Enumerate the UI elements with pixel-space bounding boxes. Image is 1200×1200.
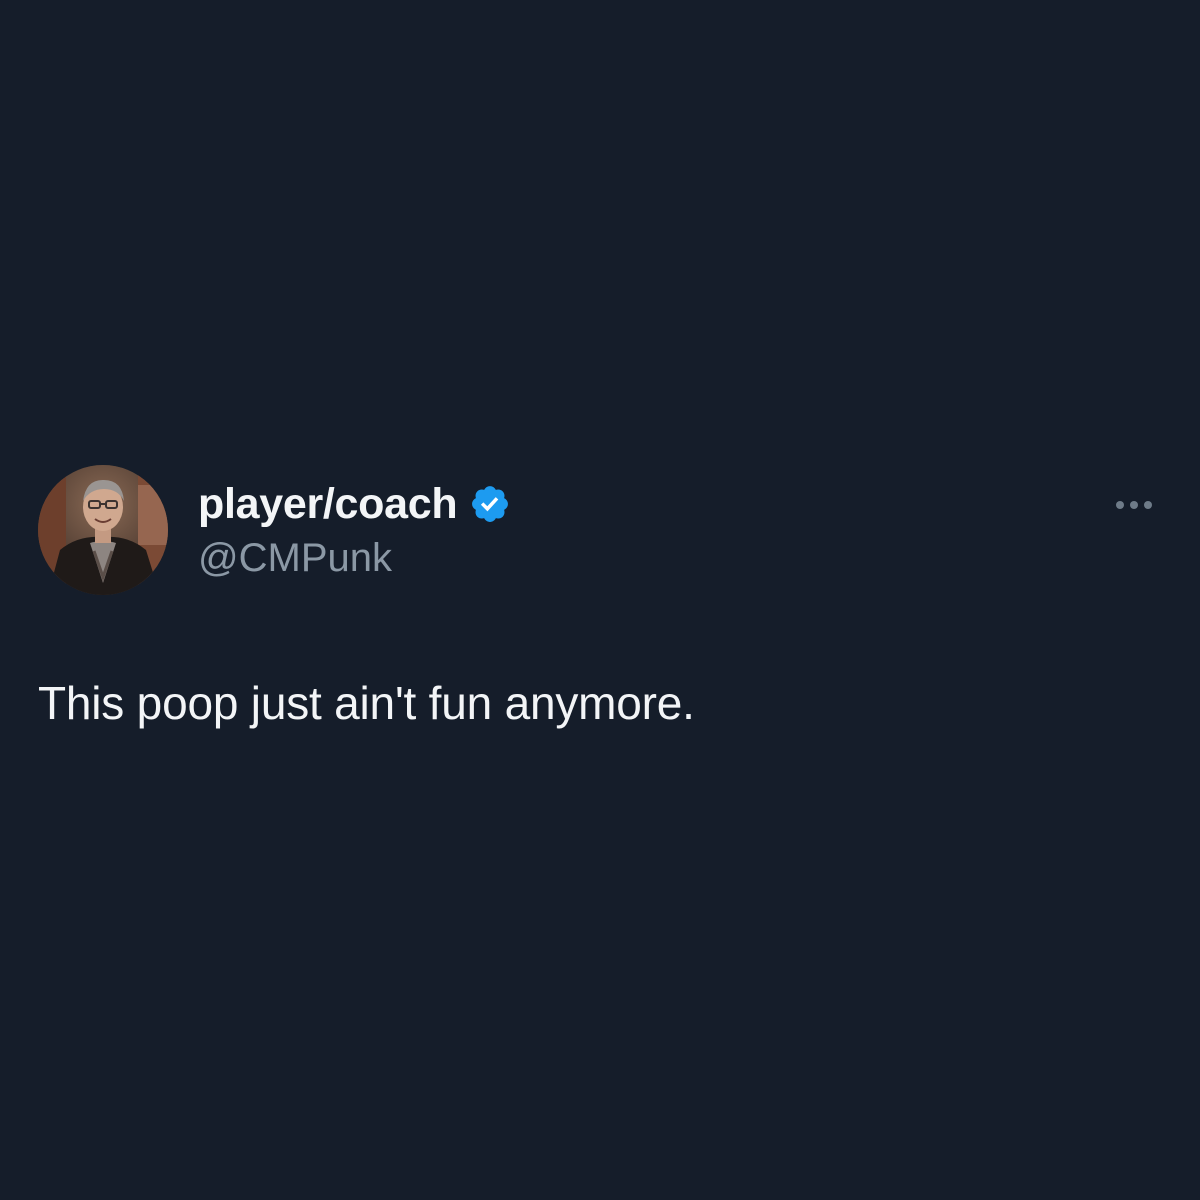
avatar-photo <box>38 465 168 595</box>
more-options-button[interactable] <box>1106 490 1162 520</box>
more-horizontal-icon <box>1116 501 1124 509</box>
tweet-text: This poop just ain't fun anymore. <box>38 677 695 729</box>
tweet-screenshot: player/coach @CMPunk This poop just ain'… <box>0 0 1200 1200</box>
tweet-card: player/coach @CMPunk This poop just ain'… <box>0 0 1200 1200</box>
avatar[interactable] <box>38 465 168 595</box>
more-horizontal-icon <box>1130 501 1138 509</box>
more-horizontal-icon <box>1144 501 1152 509</box>
display-name[interactable]: player/coach <box>198 480 458 529</box>
author-name-row: player/coach <box>198 478 511 530</box>
author-handle[interactable]: @CMPunk <box>198 536 392 581</box>
verified-badge-icon <box>469 483 511 525</box>
